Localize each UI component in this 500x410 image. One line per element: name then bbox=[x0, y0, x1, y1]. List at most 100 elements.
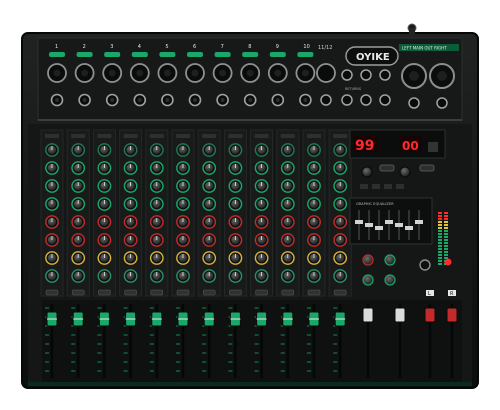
meter-led bbox=[444, 248, 448, 250]
channel-number: 3 bbox=[110, 44, 113, 50]
meter-led bbox=[444, 245, 448, 247]
mute-button[interactable] bbox=[98, 289, 111, 296]
meter-led bbox=[444, 218, 448, 220]
next-button[interactable] bbox=[384, 184, 392, 189]
mute-button[interactable] bbox=[45, 289, 59, 296]
aux-jack[interactable] bbox=[341, 69, 353, 81]
mic-led-badge bbox=[131, 52, 148, 57]
channel-number: 10 bbox=[303, 44, 309, 50]
meter-led bbox=[438, 218, 442, 220]
prev-button[interactable] bbox=[372, 184, 380, 189]
gain-label bbox=[254, 134, 269, 138]
meter-led bbox=[438, 254, 442, 256]
meter-led bbox=[438, 224, 442, 226]
channel-number: 7 bbox=[221, 44, 224, 50]
gain-label bbox=[97, 134, 112, 138]
meter-led bbox=[438, 212, 442, 214]
mute-button[interactable] bbox=[307, 289, 321, 296]
aux-jack[interactable] bbox=[408, 97, 420, 109]
mic-led-badge bbox=[297, 52, 314, 57]
meter-led bbox=[444, 221, 448, 223]
group-fader-cap[interactable] bbox=[394, 307, 406, 323]
master-fader-cap[interactable] bbox=[446, 307, 458, 323]
aux-jack[interactable] bbox=[379, 69, 391, 81]
mic-led-badge bbox=[49, 52, 65, 57]
ctrl-room-knob[interactable] bbox=[384, 254, 396, 266]
gain-label bbox=[176, 134, 190, 138]
fx-master-knob[interactable] bbox=[384, 274, 396, 286]
phones-level-knob[interactable] bbox=[362, 254, 374, 266]
meter-led bbox=[438, 227, 442, 229]
effect-param-knob[interactable] bbox=[399, 166, 411, 178]
eq-band-slider[interactable] bbox=[395, 223, 403, 227]
eq-band-slider[interactable] bbox=[355, 220, 363, 224]
aux-jack[interactable] bbox=[341, 94, 353, 106]
eq-band-slot bbox=[418, 210, 420, 240]
mute-button[interactable] bbox=[150, 289, 164, 296]
bluetooth-button[interactable] bbox=[419, 164, 435, 172]
play-button[interactable] bbox=[360, 184, 368, 189]
eq-band-slider[interactable] bbox=[405, 226, 413, 230]
aux-jack[interactable] bbox=[360, 69, 372, 81]
gain-label bbox=[228, 134, 243, 138]
brand-logo-text: OYIKE bbox=[356, 52, 390, 63]
meter-led bbox=[438, 215, 442, 217]
gain-label bbox=[307, 134, 321, 138]
mute-button[interactable] bbox=[176, 289, 190, 296]
aux-jack[interactable] bbox=[320, 94, 332, 106]
meter-led bbox=[444, 233, 448, 235]
meter-led bbox=[444, 224, 448, 226]
master-fader-cap[interactable] bbox=[424, 307, 436, 323]
aux-jack[interactable] bbox=[379, 94, 391, 106]
power-led bbox=[444, 258, 452, 266]
effect-select-knob[interactable] bbox=[361, 166, 373, 178]
channel-number: 6 bbox=[193, 44, 196, 50]
group-fader-cap[interactable] bbox=[362, 307, 374, 323]
gain-label bbox=[333, 134, 348, 138]
aux-jack[interactable] bbox=[436, 97, 448, 109]
mic-led-badge bbox=[159, 52, 176, 57]
effect-display-left-value: 99 bbox=[355, 138, 374, 154]
effect-button[interactable] bbox=[379, 164, 395, 172]
eq-band-slider[interactable] bbox=[375, 226, 383, 230]
meter-led bbox=[444, 215, 448, 217]
main-out-label: LEFT MAIN OUT RIGHT bbox=[402, 46, 447, 51]
meter-led bbox=[444, 212, 448, 214]
eq-band-slider[interactable] bbox=[415, 220, 423, 224]
meter-led bbox=[438, 242, 442, 244]
mute-button[interactable] bbox=[333, 289, 347, 296]
usb-port[interactable] bbox=[428, 142, 438, 152]
channel-number: 8 bbox=[248, 44, 251, 50]
xlr-input-socket[interactable] bbox=[316, 63, 336, 83]
brand-logo: OYIKE bbox=[345, 46, 399, 66]
gain-label bbox=[149, 134, 164, 138]
mic-led-badge bbox=[242, 52, 259, 57]
stereo-channel-label: 11/12 bbox=[318, 45, 332, 51]
mute-button[interactable] bbox=[281, 289, 295, 296]
rec-button[interactable] bbox=[396, 184, 404, 189]
meter-led bbox=[438, 236, 442, 238]
meter-led bbox=[438, 245, 442, 247]
eq-band-slot bbox=[388, 210, 390, 240]
master-label: R bbox=[450, 291, 454, 297]
meter-led bbox=[444, 230, 448, 232]
mute-button[interactable] bbox=[71, 289, 85, 296]
mic-led-badge bbox=[187, 52, 203, 57]
mute-button[interactable] bbox=[255, 289, 268, 296]
mute-button[interactable] bbox=[229, 289, 242, 296]
phones-jack[interactable] bbox=[419, 259, 431, 271]
channel-number: 2 bbox=[83, 44, 86, 50]
graphic-equalizer: GRAPHIC EQUALIZER bbox=[349, 197, 433, 245]
mic-led-badge bbox=[214, 52, 231, 57]
channel-number: 9 bbox=[276, 44, 279, 50]
channel-number: 1 bbox=[55, 44, 58, 50]
eq-band-slider[interactable] bbox=[385, 220, 393, 224]
mute-button[interactable] bbox=[124, 289, 137, 296]
aux-jack[interactable] bbox=[360, 94, 372, 106]
meter-led bbox=[444, 227, 448, 229]
gain-label bbox=[45, 134, 59, 138]
eq-band-slider[interactable] bbox=[365, 223, 373, 227]
eq-band-slot bbox=[408, 210, 410, 240]
aux-master-knob[interactable] bbox=[362, 274, 374, 286]
mute-button[interactable] bbox=[202, 289, 216, 296]
